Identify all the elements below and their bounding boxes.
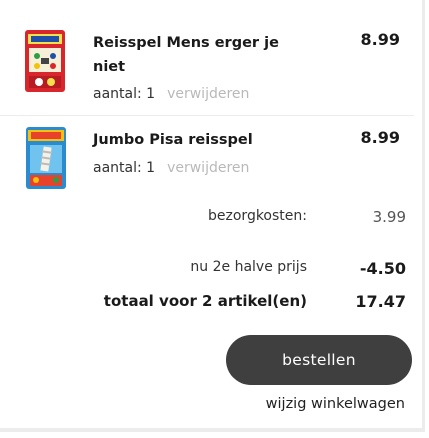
discount-label: nu 2e halve prijs xyxy=(190,259,307,275)
order-button[interactable]: bestellen xyxy=(226,335,412,385)
shipping-value: 3.99 xyxy=(372,208,406,226)
product-price: 8.99 xyxy=(360,30,400,49)
quantity-label: aantal: 1 xyxy=(93,86,156,102)
total-value: 17.47 xyxy=(355,292,406,311)
discount-value: -4.50 xyxy=(359,259,406,278)
product-thumbnail[interactable] xyxy=(26,127,66,189)
total-label: totaal voor 2 artikel(en) xyxy=(103,292,307,310)
edit-cart-link[interactable]: wijzig winkelwagen xyxy=(266,396,405,412)
quantity-row: aantal: 1 verwijderen xyxy=(93,86,249,102)
quantity-row: aantal: 1 verwijderen xyxy=(93,160,249,176)
cart-dropdown-panel: Reisspel Mens erger je niet 8.99 aantal:… xyxy=(0,0,425,432)
product-name[interactable]: Jumbo Pisa reisspel xyxy=(93,128,293,152)
product-name[interactable]: Reisspel Mens erger je niet xyxy=(93,31,293,79)
cart-item: Jumbo Pisa reisspel 8.99 aantal: 1 verwij… xyxy=(0,116,414,196)
remove-item-link[interactable]: verwijderen xyxy=(167,160,249,176)
cart-item: Reisspel Mens erger je niet 8.99 aantal:… xyxy=(0,0,414,116)
product-thumbnail[interactable] xyxy=(25,30,65,92)
remove-item-link[interactable]: verwijderen xyxy=(167,86,249,102)
product-price: 8.99 xyxy=(360,128,400,147)
shipping-label: bezorgkosten: xyxy=(208,208,307,224)
quantity-label: aantal: 1 xyxy=(93,160,156,176)
